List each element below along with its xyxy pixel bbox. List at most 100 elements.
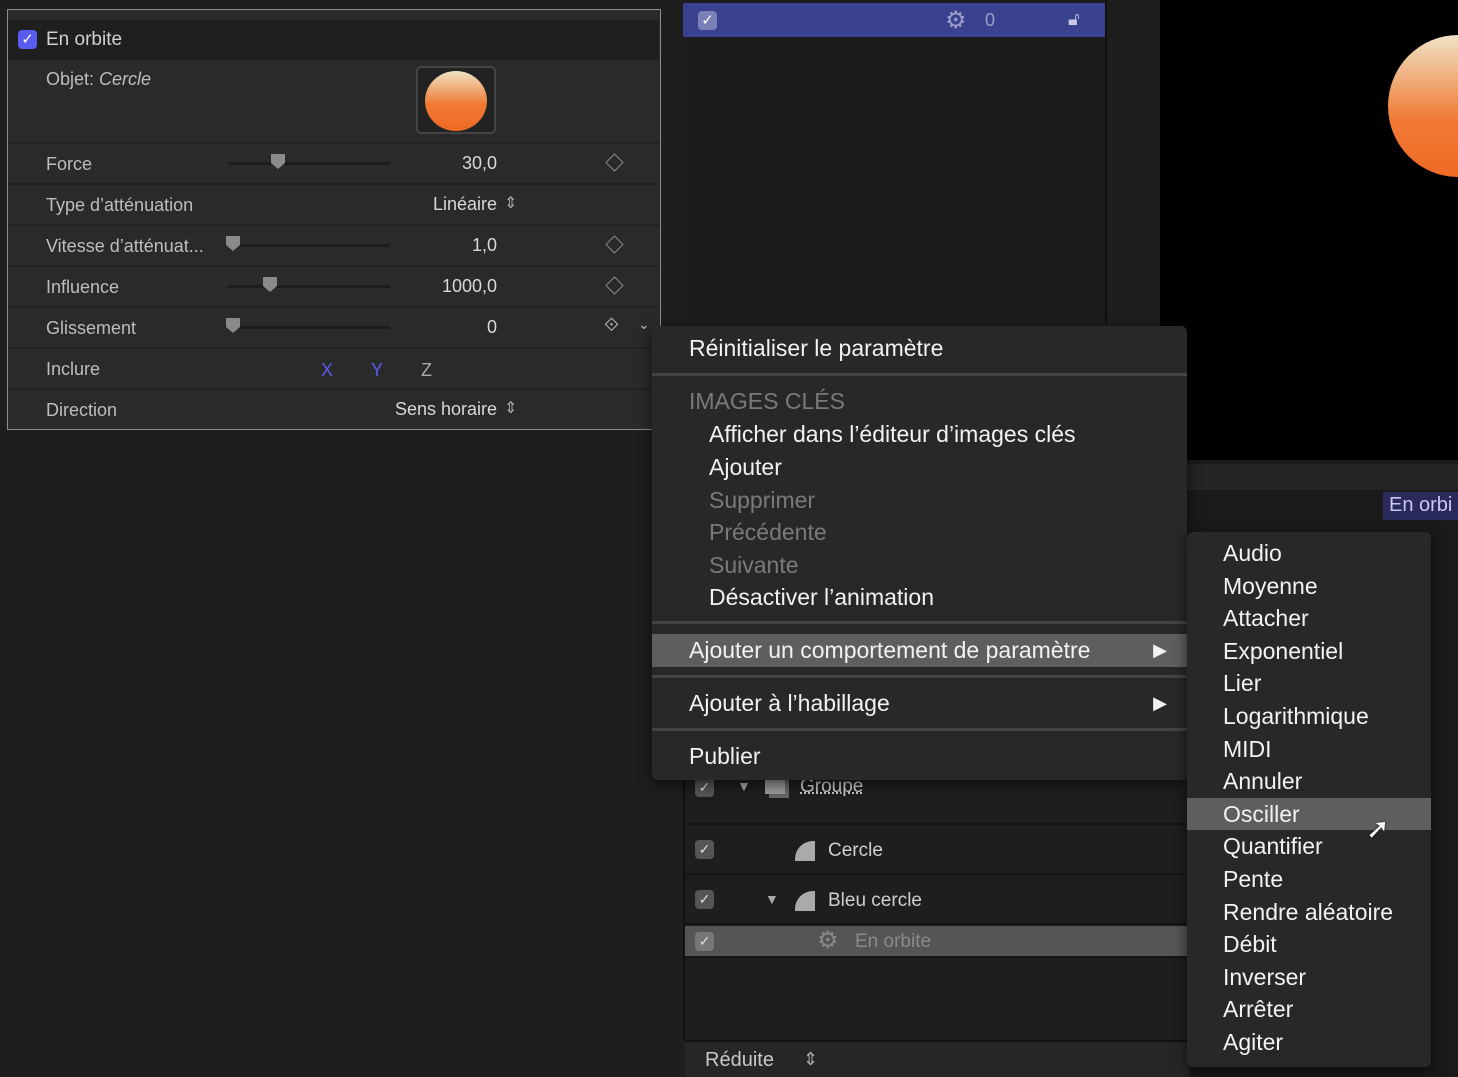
submenu-item-debit[interactable]: Débit (1187, 928, 1431, 961)
timeline-bar-label[interactable]: En orbi (1383, 492, 1458, 520)
submenu-item-logarithmique[interactable]: Logarithmique (1187, 700, 1431, 733)
keyframe-diamond-icon[interactable] (605, 276, 623, 294)
submenu-item-osciller[interactable]: Osciller (1187, 798, 1431, 831)
param-direction: Direction Sens horaire ⇕ (8, 388, 659, 429)
submenu-item-audio[interactable]: Audio (1187, 537, 1431, 570)
menu-disable-animation[interactable]: Désactiver l’animation (652, 581, 1187, 614)
object-row: Objet: Cercle (8, 60, 659, 144)
layer-checkbox[interactable]: ✓ (695, 778, 714, 797)
layer-checkbox[interactable]: ✓ (695, 932, 714, 951)
submenu-item-rendre-aleatoire[interactable]: Rendre aléatoire (1187, 896, 1431, 929)
layer-checkbox[interactable]: ✓ (695, 890, 714, 909)
circle-object[interactable] (1388, 35, 1458, 177)
param-influence: Influence 1000,0 (8, 265, 659, 306)
canvas-preview (1160, 0, 1458, 460)
slider-thumb[interactable] (271, 154, 285, 169)
menu-section-header: IMAGES CLÉS (652, 385, 1187, 418)
disclosure-triangle-icon[interactable]: ▼ (737, 778, 751, 794)
menu-divider (652, 675, 1187, 678)
influence-slider[interactable] (228, 285, 390, 288)
falloff-speed-slider[interactable] (228, 244, 390, 247)
param-value[interactable]: 1,0 (472, 235, 497, 256)
enable-checkbox[interactable]: ✓ (18, 30, 37, 49)
param-label: Direction (46, 400, 117, 421)
menu-reset-parameter[interactable]: Réinitialiser le paramètre (652, 332, 1187, 365)
layer-name: Bleu cercle (828, 890, 922, 912)
context-menu: Réinitialiser le paramètre IMAGES CLÉS A… (652, 326, 1187, 780)
object-name: Cercle (99, 69, 151, 89)
param-falloff-speed: Vitesse d’atténuat... 1,0 (8, 224, 659, 265)
unlock-icon[interactable]: 🔓︎ (1068, 9, 1080, 30)
submenu-item-quantifier[interactable]: Quantifier (1187, 830, 1431, 863)
param-label: Type d’atténuation (46, 195, 193, 216)
direction-popup[interactable]: Sens horaire (395, 399, 497, 420)
gear-icon: ⚙ (945, 6, 967, 35)
object-well[interactable] (416, 66, 496, 134)
updown-chevron-icon[interactable]: ⇕ (504, 398, 517, 418)
param-drag: Glissement 0 ⟐ ⌄ (8, 306, 659, 347)
submenu-item-moyenne[interactable]: Moyenne (1187, 570, 1431, 603)
submenu-item-inverser[interactable]: Inverser (1187, 961, 1431, 994)
submenu-item-lier[interactable]: Lier (1187, 667, 1431, 700)
slider-thumb[interactable] (263, 277, 277, 292)
menu-add-to-rig[interactable]: Ajouter à l’habillage▶ (652, 687, 1187, 720)
keyframe-diamond-icon[interactable] (605, 235, 623, 253)
menu-label: Ajouter un comportement de paramètre (689, 637, 1090, 663)
object-label-text: Objet: (46, 69, 94, 89)
falloff-type-popup[interactable]: Linéaire (433, 194, 497, 215)
keyframe-diamond-icon[interactable] (605, 153, 623, 171)
parameter-behavior-submenu: AudioMoyenneAttacherExponentielLierLogar… (1187, 532, 1431, 1067)
updown-chevron-icon[interactable]: ⇕ (803, 1049, 818, 1070)
menu-previous-keyframe: Précédente (652, 516, 1187, 549)
layers-list: ✓ ▼ Groupe ✓ Cercle ✓ ▼ Bleu cercle ✓ ⚙ … (683, 760, 1187, 1040)
chevron-down-icon[interactable]: ⌄ (638, 316, 650, 333)
param-value[interactable]: 1000,0 (442, 276, 497, 297)
submenu-item-arreter[interactable]: Arrêter (1187, 993, 1431, 1026)
force-slider[interactable] (228, 162, 390, 165)
axis-x-toggle[interactable]: X (321, 360, 333, 381)
submenu-item-exponentiel[interactable]: Exponentiel (1187, 635, 1431, 668)
submenu-item-agiter[interactable]: Agiter (1187, 1026, 1431, 1059)
selected-track[interactable]: ✓ ⚙ 0 🔓︎ (683, 3, 1105, 37)
layer-row-selected[interactable]: ✓ ⚙ En orbite (685, 926, 1189, 958)
menu-add-parameter-behavior[interactable]: Ajouter un comportement de paramètre ▶ (652, 634, 1187, 667)
drag-slider[interactable] (228, 326, 390, 329)
submenu-arrow-icon: ▶ (1153, 687, 1167, 720)
layer-row[interactable]: ✓ Cercle (685, 825, 1189, 875)
timeline-panel: ✓ ⚙ 0 🔓︎ (683, 0, 1107, 325)
menu-publish[interactable]: Publier (652, 740, 1187, 773)
slider-thumb[interactable] (226, 236, 240, 251)
menu-add-keyframe[interactable]: Ajouter (652, 451, 1187, 484)
layer-checkbox[interactable]: ✓ (695, 840, 714, 859)
disclosure-triangle-icon[interactable]: ▼ (765, 891, 779, 907)
menu-divider (652, 728, 1187, 731)
menu-divider (652, 373, 1187, 376)
submenu-item-midi[interactable]: MIDI (1187, 733, 1431, 766)
layer-name: En orbite (855, 931, 931, 953)
axis-z-toggle[interactable]: Z (421, 360, 432, 381)
menu-next-keyframe: Suivante (652, 549, 1187, 582)
submenu-item-pente[interactable]: Pente (1187, 863, 1431, 896)
behavior-inspector: ✓ En orbite Objet: Cercle Force 30,0 Typ… (7, 9, 661, 430)
view-size-popup[interactable]: Réduite (705, 1049, 774, 1072)
submenu-item-annuler[interactable]: Annuler (1187, 765, 1431, 798)
menu-show-keyframe-editor[interactable]: Afficher dans l’éditeur d’images clés (652, 418, 1187, 451)
param-label: Vitesse d’atténuat... (46, 236, 204, 257)
add-keyframe-icon[interactable]: ⟐ (604, 315, 619, 337)
layer-row[interactable]: ✓ ▼ Bleu cercle (685, 875, 1189, 925)
shape-icon (795, 841, 815, 861)
layer-name: Cercle (828, 840, 883, 862)
param-force: Force 30,0 (8, 142, 659, 183)
param-value[interactable]: 0 (487, 317, 497, 338)
param-value[interactable]: 30,0 (462, 153, 497, 174)
shape-icon (795, 891, 815, 911)
submenu-item-attacher[interactable]: Attacher (1187, 602, 1431, 635)
updown-chevron-icon[interactable]: ⇕ (504, 193, 517, 213)
layers-footer: Réduite ⇕ (685, 1040, 1189, 1077)
behavior-title: En orbite (46, 29, 122, 51)
axis-y-toggle[interactable]: Y (371, 360, 383, 381)
slider-thumb[interactable] (226, 318, 240, 333)
ruler (1187, 464, 1458, 490)
submenu-arrow-icon: ▶ (1153, 634, 1167, 667)
track-checkbox[interactable]: ✓ (698, 11, 717, 30)
